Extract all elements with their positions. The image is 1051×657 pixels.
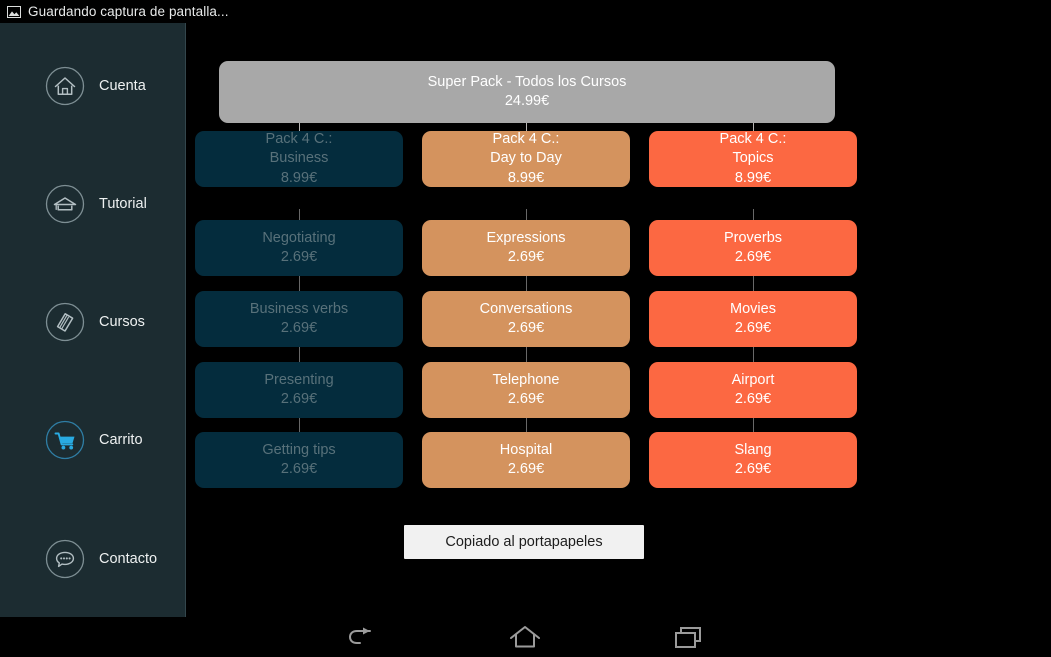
package-title: Super Pack - Todos los Cursos bbox=[427, 73, 627, 90]
course-price: 2.69€ bbox=[507, 461, 545, 477]
package-title-line1: Pack 4 C.: bbox=[719, 131, 787, 148]
sidebar-item-label-cursos: Cursos bbox=[99, 314, 145, 330]
course-price: 2.69€ bbox=[734, 391, 772, 407]
app-root: Guardando captura de pantalla... Cuenta … bbox=[0, 0, 1051, 657]
course-price: 2.69€ bbox=[507, 320, 545, 336]
android-navigation-bar bbox=[0, 617, 1051, 657]
status-bar-text: Guardando captura de pantalla... bbox=[28, 4, 229, 19]
course-card-business-verbs[interactable]: Business verbs 2.69€ bbox=[195, 291, 403, 347]
main-content: Super Pack - Todos los Cursos 24.99€ Pac… bbox=[187, 23, 1051, 617]
package-price: 24.99€ bbox=[504, 93, 550, 109]
course-title: Hospital bbox=[499, 441, 553, 458]
course-title: Business verbs bbox=[249, 300, 349, 317]
course-price: 2.69€ bbox=[734, 320, 772, 336]
course-title: Negotiating bbox=[262, 229, 336, 246]
course-price: 2.69€ bbox=[507, 391, 545, 407]
package-title-line2: Business bbox=[269, 150, 329, 167]
sidebar: Cuenta Tutorial Cursos Carrito Contacto bbox=[0, 23, 186, 617]
package-price: 8.99€ bbox=[507, 169, 545, 186]
course-title: Expressions bbox=[486, 229, 566, 246]
chat-bubble-icon bbox=[45, 539, 85, 579]
course-price: 2.69€ bbox=[507, 249, 545, 265]
home-outline-icon bbox=[510, 626, 540, 648]
course-price: 2.69€ bbox=[280, 249, 318, 265]
shopping-cart-icon bbox=[45, 420, 85, 460]
toast-copied-to-clipboard: Copiado al portapapeles bbox=[404, 525, 644, 559]
status-bar: Guardando captura de pantalla... bbox=[0, 0, 1051, 23]
course-card-negotiating[interactable]: Negotiating 2.69€ bbox=[195, 220, 403, 276]
sidebar-item-label-contacto: Contacto bbox=[99, 551, 158, 567]
home-icon bbox=[45, 66, 85, 106]
nav-home-button[interactable] bbox=[465, 617, 585, 657]
package-title-line2: Day to Day bbox=[490, 150, 562, 167]
course-title: Airport bbox=[731, 371, 775, 388]
nav-recents-button[interactable] bbox=[628, 617, 748, 657]
package-price: 8.99€ bbox=[734, 169, 772, 186]
sidebar-item-cuenta[interactable]: Cuenta bbox=[0, 58, 185, 114]
back-arrow-icon bbox=[349, 627, 371, 644]
course-title: Movies bbox=[730, 300, 776, 317]
screenshot-image-icon bbox=[7, 5, 21, 18]
course-price: 2.69€ bbox=[734, 249, 772, 265]
sidebar-item-carrito[interactable]: Carrito bbox=[0, 412, 185, 468]
course-card-proverbs[interactable]: Proverbs 2.69€ bbox=[649, 220, 857, 276]
course-title: Presenting bbox=[264, 371, 334, 388]
nav-back-button[interactable] bbox=[300, 617, 420, 657]
package-title-line1: Pack 4 C.: bbox=[265, 131, 333, 148]
package-title-line2: Topics bbox=[732, 150, 774, 167]
package-card-super-pack[interactable]: Super Pack - Todos los Cursos 24.99€ bbox=[219, 61, 835, 123]
sidebar-item-cursos[interactable]: Cursos bbox=[0, 294, 185, 350]
toast-text: Copiado al portapapeles bbox=[445, 534, 603, 550]
graduation-cap-icon bbox=[45, 184, 85, 224]
course-price: 2.69€ bbox=[280, 320, 318, 336]
course-card-movies[interactable]: Movies 2.69€ bbox=[649, 291, 857, 347]
course-title: Telephone bbox=[492, 371, 560, 388]
course-card-conversations[interactable]: Conversations 2.69€ bbox=[422, 291, 630, 347]
course-price: 2.69€ bbox=[280, 461, 318, 477]
course-card-telephone[interactable]: Telephone 2.69€ bbox=[422, 362, 630, 418]
package-card-pack4-topics[interactable]: Pack 4 C.: Topics 8.99€ bbox=[649, 131, 857, 187]
course-title: Slang bbox=[734, 441, 772, 458]
sidebar-item-label-carrito: Carrito bbox=[99, 432, 143, 448]
course-title: Getting tips bbox=[262, 441, 336, 458]
sidebar-item-label-cuenta: Cuenta bbox=[99, 78, 146, 94]
course-price: 2.69€ bbox=[734, 461, 772, 477]
course-card-hospital[interactable]: Hospital 2.69€ bbox=[422, 432, 630, 488]
package-title-line1: Pack 4 C.: bbox=[492, 131, 560, 148]
course-title: Proverbs bbox=[723, 229, 783, 246]
sidebar-item-contacto[interactable]: Contacto bbox=[0, 531, 185, 587]
book-icon bbox=[45, 302, 85, 342]
course-card-presenting[interactable]: Presenting 2.69€ bbox=[195, 362, 403, 418]
sidebar-item-label-tutorial: Tutorial bbox=[99, 196, 147, 212]
recent-apps-icon bbox=[675, 627, 701, 648]
sidebar-item-tutorial[interactable]: Tutorial bbox=[0, 176, 185, 232]
course-card-airport[interactable]: Airport 2.69€ bbox=[649, 362, 857, 418]
package-price: 8.99€ bbox=[280, 169, 318, 186]
package-card-pack4-business[interactable]: Pack 4 C.: Business 8.99€ bbox=[195, 131, 403, 187]
course-title: Conversations bbox=[479, 300, 573, 317]
course-card-slang[interactable]: Slang 2.69€ bbox=[649, 432, 857, 488]
course-price: 2.69€ bbox=[280, 391, 318, 407]
package-card-pack4-day-to-day[interactable]: Pack 4 C.: Day to Day 8.99€ bbox=[422, 131, 630, 187]
course-card-expressions[interactable]: Expressions 2.69€ bbox=[422, 220, 630, 276]
course-card-getting-tips[interactable]: Getting tips 2.69€ bbox=[195, 432, 403, 488]
